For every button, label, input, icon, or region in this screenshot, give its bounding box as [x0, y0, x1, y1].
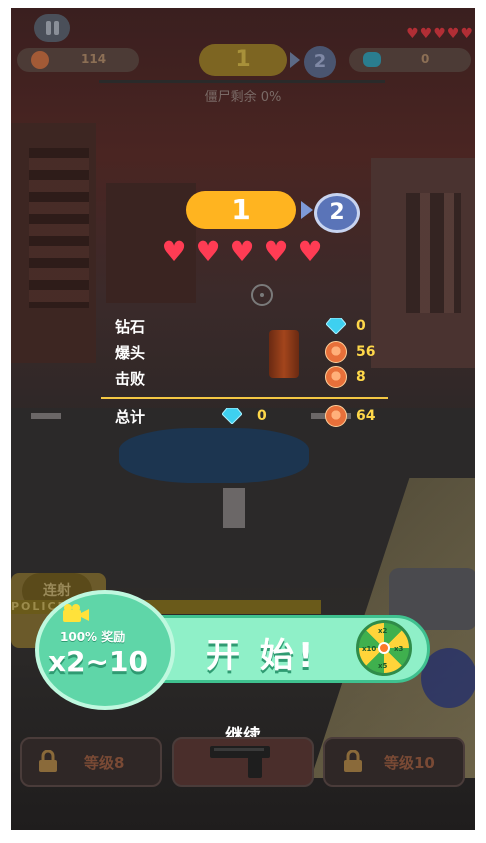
level-current-badge: 1 — [186, 191, 296, 229]
total-gems-value: 0 — [257, 408, 267, 424]
wheel-label: x5 — [378, 662, 388, 670]
explosive-barrel — [269, 330, 299, 378]
stat-label-total: 总计 — [115, 408, 146, 426]
slot-right-level: 等级10 — [384, 754, 435, 772]
level-arrow-icon — [301, 201, 313, 219]
gem-icon — [222, 408, 242, 424]
coin-icon — [325, 405, 347, 427]
zombie-remaining-text: 僵尸剩余 0% — [204, 90, 282, 105]
heart-icon: ♥ — [297, 235, 323, 268]
total-coins-value: 64 — [356, 408, 376, 424]
hud-level-current: 1 — [199, 44, 287, 76]
hud-level-next: 2 — [304, 46, 336, 78]
lock-icon — [39, 750, 57, 772]
stat-value-diamonds: 0 — [356, 318, 366, 334]
hud-gems-value: 0 — [421, 52, 430, 66]
stat-label-kills: 击败 — [115, 370, 146, 388]
game-viewport — [11, 8, 475, 830]
stats-divider — [101, 397, 388, 399]
hud-arrow-icon — [290, 52, 300, 68]
stat-value-headshots: 56 — [356, 344, 376, 360]
lives-hearts: ♥ ♥ ♥ ♥ ♥ — [159, 238, 325, 266]
hud-gems: 0 — [349, 48, 471, 72]
building-right-windows — [406, 193, 461, 313]
video-camera-icon — [63, 604, 89, 622]
wheel-label: x10 — [362, 645, 377, 653]
road-stripe — [31, 413, 61, 419]
coin-icon — [31, 51, 49, 69]
reward-multiplier: x2~10 — [48, 645, 148, 678]
stat-value-kills: 8 — [356, 369, 366, 385]
reward-percent-label: 100% 奖励 — [60, 630, 126, 644]
heart-icon: ♥ — [195, 235, 221, 268]
stat-label-headshots: 爆头 — [115, 344, 146, 362]
stat-label-diamonds: 钻石 — [115, 318, 146, 336]
pistol-icon — [210, 746, 270, 778]
gem-icon — [363, 52, 381, 67]
level-next-badge: 2 — [314, 193, 360, 233]
hud-coins: 114 — [17, 48, 139, 72]
wheel-label: x3 — [394, 645, 404, 653]
coin-icon — [325, 341, 347, 363]
water-puddle — [119, 428, 309, 483]
top-health-hearts: ♥♥♥♥♥ — [406, 26, 474, 42]
coin-icon — [325, 366, 347, 388]
lock-icon — [344, 750, 362, 772]
wheel-label: x2 — [378, 627, 388, 635]
pause-button[interactable] — [34, 14, 70, 42]
heart-icon: ♥ — [229, 235, 255, 268]
gem-icon — [326, 318, 346, 334]
heart-icon: ♥ — [263, 235, 289, 268]
slot-left-level: 等级8 — [84, 754, 125, 772]
road-stripe — [223, 488, 245, 528]
skill-button-blue — [421, 648, 475, 708]
zombie-progress-bar — [99, 80, 385, 83]
start-label: 开 始! — [206, 636, 318, 676]
building-left-windows — [29, 148, 89, 308]
crosshair-icon — [251, 284, 273, 306]
heart-icon: ♥ — [161, 235, 187, 268]
hud-coins-value: 114 — [81, 52, 107, 66]
lucky-wheel-hub — [378, 642, 390, 654]
